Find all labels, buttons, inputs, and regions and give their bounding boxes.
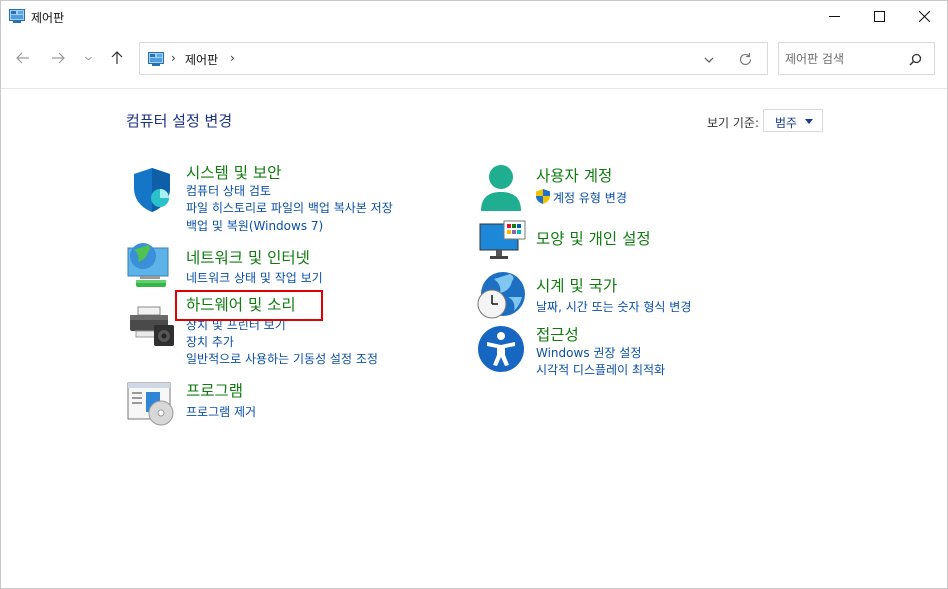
category-title-ease-of-access[interactable]: 접근성 [536, 323, 579, 345]
forward-arrow-icon [52, 52, 65, 64]
breadcrumb-separator[interactable]: › [230, 51, 235, 65]
link-change-account-type[interactable]: 계정 유형 변경 [553, 189, 627, 206]
up-button[interactable] [104, 45, 130, 71]
breadcrumb-control-panel[interactable]: 제어판 [185, 51, 218, 68]
control-panel-icon [9, 9, 25, 23]
link-add-device[interactable]: 장치 추가 [186, 333, 234, 350]
network-globe-icon[interactable] [126, 242, 176, 290]
recent-locations-button[interactable] [76, 45, 100, 71]
back-arrow-icon [16, 52, 29, 64]
search-box[interactable] [778, 42, 935, 75]
programs-disc-icon[interactable] [126, 381, 176, 426]
refresh-icon[interactable] [738, 52, 753, 67]
user-icon[interactable] [477, 163, 525, 213]
link-mobility-settings[interactable]: 일반적으로 사용하는 기동성 설정 조정 [186, 350, 378, 367]
link-optimize-visual-display[interactable]: 시각적 디스플레이 최적화 [536, 361, 665, 378]
view-by-dropdown[interactable]: 범주 [763, 109, 823, 132]
uac-shield-icon [536, 189, 550, 204]
category-title-network-internet[interactable]: 네트워크 및 인터넷 [186, 246, 310, 268]
maximize-button[interactable] [856, 1, 902, 32]
forward-button[interactable] [45, 45, 71, 71]
shield-icon[interactable] [128, 166, 176, 214]
accessibility-icon[interactable] [477, 325, 525, 373]
monitor-palette-icon[interactable] [478, 220, 526, 262]
link-windows-recommended-settings[interactable]: Windows 권장 설정 [536, 344, 641, 361]
chevron-down-icon [84, 56, 92, 60]
link-review-computer-status[interactable]: 컴퓨터 상태 검토 [186, 182, 271, 199]
control-panel-icon [148, 52, 164, 66]
address-bar[interactable]: › 제어판 › [139, 42, 768, 75]
category-title-user-accounts[interactable]: 사용자 계정 [536, 164, 612, 186]
chevron-down-icon[interactable] [702, 53, 716, 67]
category-title-system-security[interactable]: 시스템 및 보안 [186, 161, 281, 183]
control-panel-window: 제어판 › 제어판 › 제어판 검색 컴퓨터 설정 변경 보기 기준: 범주 시… [0, 0, 948, 589]
dropdown-caret-icon [805, 119, 813, 124]
link-date-time-format[interactable]: 날짜, 시간 또는 숫자 형식 변경 [536, 298, 691, 315]
link-file-history-backup[interactable]: 파일 히스토리로 파일의 백업 복사본 저장 [186, 199, 393, 216]
minimize-icon [828, 16, 840, 17]
link-network-status[interactable]: 네트워크 상태 및 작업 보기 [186, 269, 323, 286]
maximize-icon [873, 11, 885, 22]
category-title-clock-region[interactable]: 시계 및 국가 [536, 274, 617, 296]
toolbar-divider [1, 88, 947, 89]
search-input[interactable] [785, 49, 903, 69]
clock-globe-icon[interactable] [476, 271, 526, 321]
link-backup-restore[interactable]: 백업 및 복원(Windows 7) [186, 217, 323, 234]
back-button[interactable] [10, 45, 36, 71]
printer-icon[interactable] [128, 305, 176, 347]
category-title-programs[interactable]: 프로그램 [186, 379, 243, 401]
title-bar[interactable]: 제어판 [1, 1, 947, 32]
page-title: 컴퓨터 설정 변경 [126, 112, 233, 130]
view-by-label: 보기 기준: [707, 116, 760, 130]
link-uninstall-program[interactable]: 프로그램 제거 [186, 403, 256, 420]
highlight-box [175, 290, 323, 321]
up-arrow-icon [111, 51, 123, 64]
window-title: 제어판 [31, 11, 65, 25]
close-icon [918, 11, 930, 22]
breadcrumb-separator[interactable]: › [171, 51, 176, 65]
search-icon[interactable] [909, 53, 922, 66]
minimize-button[interactable] [811, 1, 857, 32]
view-by-value: 범주 [775, 116, 798, 130]
close-button[interactable] [901, 1, 947, 32]
category-title-appearance[interactable]: 모양 및 개인 설정 [536, 227, 651, 249]
